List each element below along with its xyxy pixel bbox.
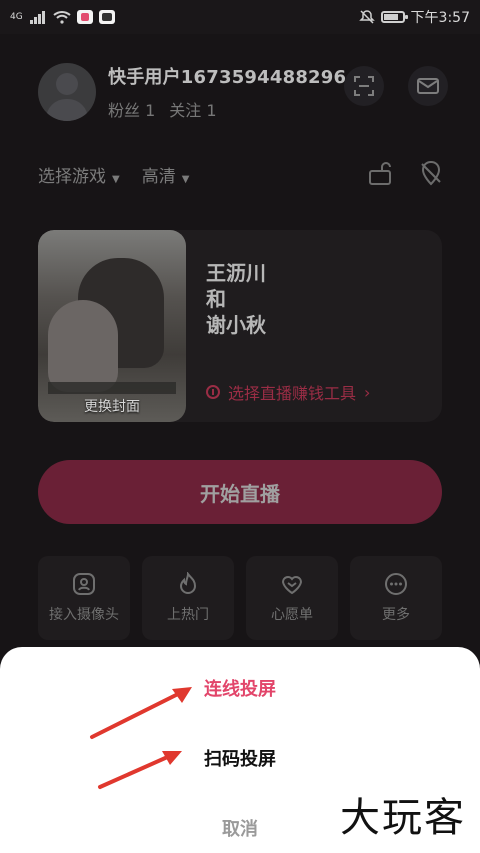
annotation-arrow-2 <box>98 751 182 789</box>
watermark: 大玩客 <box>340 795 466 841</box>
stream-card: 更换封面 王沥川 和 谢小秋 选择直播赚钱工具 › <box>38 230 442 422</box>
tool-more-label: 更多 <box>382 607 410 623</box>
flame-icon <box>179 572 197 594</box>
tool-more[interactable]: 更多 <box>350 556 442 640</box>
bottom-sheet: 连线投屏 扫码投屏 取消 大玩客 <box>0 647 480 853</box>
mail-icon <box>417 78 439 94</box>
tool-camera-label: 接入摄像头 <box>49 607 119 623</box>
caret-down-icon: ▼ <box>112 174 120 185</box>
network-type: 4G <box>10 11 23 22</box>
unlock-icon[interactable] <box>368 160 394 186</box>
signal-icon <box>29 11 45 24</box>
wifi-icon <box>53 11 71 24</box>
stream-title[interactable]: 王沥川 和 谢小秋 <box>206 260 266 338</box>
following-count[interactable]: 关注 1 <box>169 97 216 121</box>
caret-down-icon: ▼ <box>181 174 190 185</box>
game-selector[interactable]: 选择游戏 ▼ <box>38 162 120 187</box>
clock: 下午3:57 <box>410 10 470 26</box>
tool-row: 接入摄像头 上热门 心愿单 更多 <box>38 556 442 640</box>
scan-icon <box>354 76 374 96</box>
earn-tool-link[interactable]: 选择直播赚钱工具 › <box>206 380 370 404</box>
quality-selector[interactable]: 高清 ▼ <box>142 162 190 187</box>
status-left: 4G <box>10 10 115 24</box>
start-live-button[interactable]: 开始直播 <box>38 460 442 524</box>
tool-hot-label: 上热门 <box>167 607 209 623</box>
quality-selector-label: 高清 <box>141 167 176 187</box>
change-cover-label: 更换封面 <box>84 399 140 415</box>
title-line-3: 谢小秋 <box>206 313 266 337</box>
cover-image[interactable]: 更换封面 <box>38 230 186 422</box>
profile-text: 快手用户1673594488296 粉丝 1 关注 1 <box>108 63 346 121</box>
title-line-1: 王沥川 <box>206 261 266 285</box>
earn-tool-label: 选择直播赚钱工具 <box>228 384 357 403</box>
tool-wishlist-label: 心愿单 <box>271 607 313 623</box>
message-button[interactable] <box>408 66 448 106</box>
tool-camera[interactable]: 接入摄像头 <box>38 556 130 640</box>
location-off-icon[interactable] <box>418 160 444 186</box>
profile-header[interactable]: 快手用户1673594488296 粉丝 1 关注 1 <box>38 63 346 121</box>
status-right: 下午3:57 <box>358 7 470 27</box>
fans-count[interactable]: 粉丝 1 <box>108 97 155 121</box>
app-notification-icon <box>76 10 93 24</box>
camera-person-icon <box>73 573 95 595</box>
title-line-2: 和 <box>206 287 226 311</box>
tool-hot[interactable]: 上热门 <box>142 556 234 640</box>
heart-icon <box>281 576 303 595</box>
profile-stats: 粉丝 1 关注 1 <box>108 97 346 121</box>
selector-row: 选择游戏 ▼ 高清 ▼ <box>38 162 189 187</box>
scan-cast-option[interactable]: 扫码投屏 <box>0 745 480 771</box>
app-notification-icon-2 <box>98 10 115 24</box>
tool-wishlist[interactable]: 心愿单 <box>246 556 338 640</box>
scan-button[interactable] <box>344 66 384 106</box>
avatar[interactable] <box>38 63 96 121</box>
annotation-arrow-1 <box>90 687 192 739</box>
coin-icon <box>206 385 220 399</box>
connect-cast-option[interactable]: 连线投屏 <box>0 675 480 701</box>
battery-icon <box>380 11 408 23</box>
mute-bell-icon <box>358 10 375 24</box>
chevron-right-icon: › <box>364 382 371 402</box>
username: 快手用户1673594488296 <box>108 67 347 88</box>
status-bar: 4G 下午3:57 <box>0 0 480 34</box>
game-selector-label: 选择游戏 <box>38 167 106 187</box>
more-dots-icon <box>385 573 407 595</box>
